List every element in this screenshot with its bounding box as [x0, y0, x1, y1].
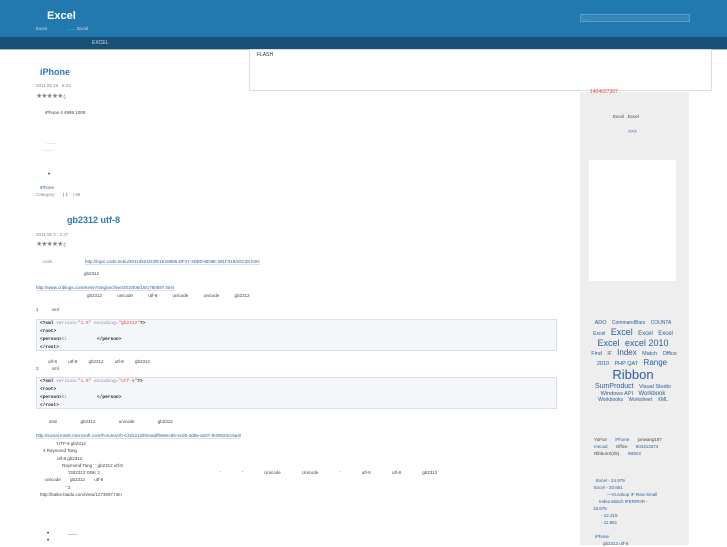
popular-post-link[interactable]: Excel - 20.881 [594, 484, 681, 491]
tag-link[interactable]: Worksheet [628, 397, 652, 403]
source-link[interactable]: http://social.msdn.microsoft.com/Forums/… [36, 433, 242, 439]
code-block: <?xml version="1.0" encoding="gb2312"?> … [36, 319, 557, 351]
comment-entry[interactable]: YuFun [594, 437, 607, 442]
tag-link[interactable]: XML [658, 397, 668, 403]
source-link[interactable]: http://www.cnblogs.com/KevinYang/archive… [36, 285, 175, 291]
tag-link[interactable]: Windows API [601, 391, 633, 397]
popular-post-link[interactable]: 18.675 [593, 505, 681, 512]
sidebar-more-link[interactable]: >>> [628, 129, 637, 135]
search-input[interactable]: ... [580, 14, 690, 22]
nav-item-excel[interactable]: EXCEL [92, 40, 108, 46]
tag-link[interactable]: CommandBars [612, 320, 645, 326]
comment-entry[interactable]: jonwang187 [638, 437, 662, 442]
tag-link[interactable]: Workbooks [598, 397, 623, 403]
quoted-text: 'UTF-8 gb2312 4 Raymond Tang utf-8 gb231… [40, 441, 438, 498]
recent-post-link[interactable]: gb2312 utf-8 [603, 540, 628, 547]
paragraph: ansi gb2312 unicode gb2312 [49, 419, 173, 424]
tag-link[interactable]: COUNTA [651, 320, 672, 326]
bullet: • [47, 531, 50, 537]
code-block: <?xml version="1.0" encoding="utf-8"?> <… [36, 377, 557, 409]
comment-entry[interactable]: INDEX [628, 451, 642, 456]
comment-entry[interactable]: mecad [594, 444, 608, 449]
site-subtitle: Excel…… Excel [36, 26, 89, 31]
post-tag[interactable]: iPhone [40, 185, 54, 190]
source-link[interactable]: http://topic.csdn.net/u/20110524/23/E1E1… [85, 259, 260, 265]
post-meta: Category: | 1 | 98 [36, 192, 81, 197]
paragraph: 1 xml [36, 307, 59, 312]
tag-link[interactable]: Range [644, 358, 668, 367]
text: gb2312 [84, 271, 100, 276]
tag-link[interactable]: Excel [658, 331, 673, 337]
popular-post-link[interactable]: Index Match IFERROR - [599, 498, 681, 505]
comment-entry[interactable]: 504313374 [636, 444, 659, 449]
post-title[interactable]: iPhone [40, 67, 70, 77]
paragraph: 2 xml [36, 366, 59, 371]
comment-entry[interactable]: RibbonX(25) [594, 451, 619, 456]
tag-link[interactable]: Workbook [638, 391, 665, 397]
related-link[interactable]: —— [68, 532, 77, 537]
recent-post-link[interactable]: iPhone [595, 533, 628, 540]
post-title[interactable]: gb2312 utf-8 [67, 215, 120, 225]
popular-post-link[interactable]: - 11.851 [601, 519, 681, 526]
popular-post-link[interactable]: - 12.315 [601, 512, 681, 519]
rating-stars[interactable]: ★★★★★ ( ) [36, 92, 66, 100]
post-date: 2011 06 16 . 9:24 [36, 83, 71, 88]
site-title[interactable]: Excel [47, 10, 76, 22]
source-label: csdn [43, 259, 53, 264]
tag-link[interactable]: ADO [595, 320, 607, 326]
ellipsis: …… [43, 147, 53, 153]
sidebar-excel-links: Excel Excel [613, 114, 639, 119]
tag-link[interactable]: Index [617, 348, 637, 357]
popular-post-link[interactable]: Excel - 24.979 [596, 477, 681, 484]
ellipsis: …… [46, 140, 56, 146]
rating-stars[interactable]: ★★★★★ ( ) [36, 240, 66, 248]
sidebar-ad-box [589, 160, 676, 281]
tag-link[interactable]: Excel [593, 331, 605, 337]
comment-entry[interactable]: Office [616, 444, 628, 449]
tag-link[interactable]: excel 2010 [625, 338, 669, 348]
popular-posts: Excel - 24.979 Excel - 20.881 —VLookup IF … [593, 477, 681, 526]
paragraph: utf-8 utf-8 gb2312 utf-8 gb2312 [48, 359, 151, 364]
tag-link[interactable]: IF [607, 351, 611, 358]
tag-link[interactable]: Ribbon [612, 367, 653, 382]
tag-cloud: ADO CommandBars COUNTA Excel Excel Excel… [589, 320, 677, 404]
paragraph: gb2312 unicode utf-8 unicode unicode gb2… [87, 293, 250, 298]
tag-link[interactable]: Find [591, 351, 602, 357]
comment-entry[interactable]: iPhone [615, 437, 629, 442]
tag-link[interactable]: Excel [638, 331, 653, 337]
sidebar-red-text: 1404627307 [590, 89, 618, 95]
flash-text: FLASH [257, 52, 274, 58]
tag-link[interactable]: Match [642, 351, 657, 357]
tag-link[interactable]: Excel [598, 338, 620, 348]
bullet: • [48, 172, 51, 178]
tag-link[interactable]: Excel [611, 327, 633, 337]
tag-link[interactable]: Visual Studio [639, 384, 671, 390]
tag-link[interactable]: SumProduct [595, 383, 634, 390]
post-body: iPhone 4 4999 1000 [45, 110, 86, 115]
post-date: 2011 06 3 . 2:37 [36, 232, 69, 237]
bullet: • [47, 538, 50, 544]
recent-comments: YuFun iPhone jonwang187 mecad Office 504… [594, 436, 679, 457]
flash-box: FLASH [249, 49, 712, 91]
popular-post-link[interactable]: —VLookup IF Row Small [607, 491, 681, 498]
